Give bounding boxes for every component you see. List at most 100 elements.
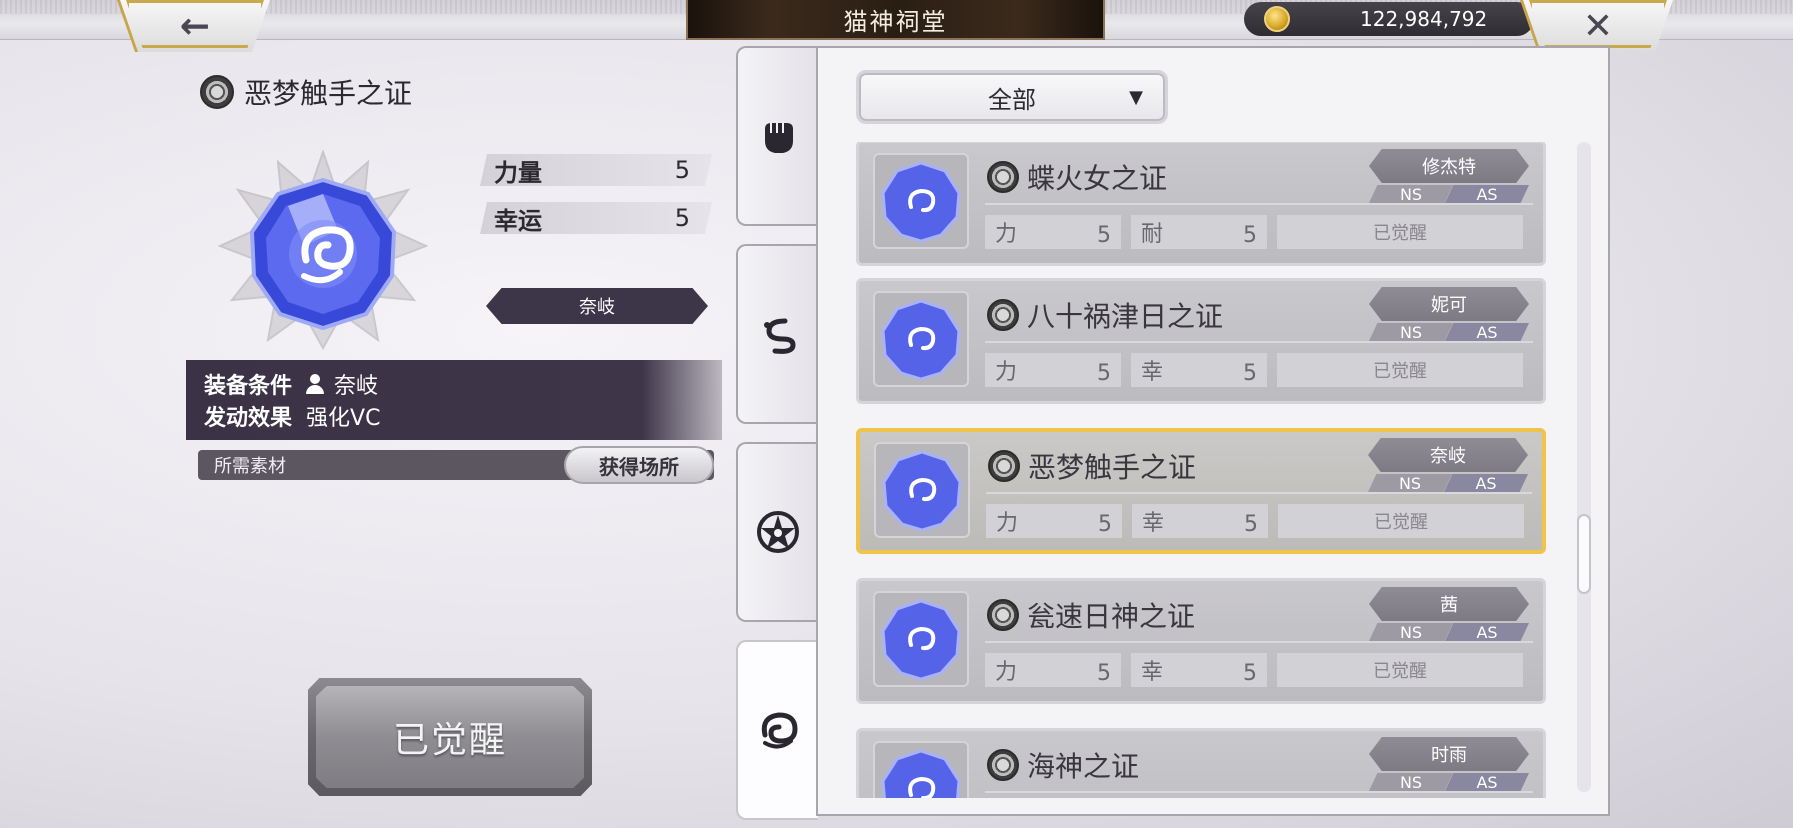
medal-icon (988, 450, 1020, 482)
serpent-icon (764, 318, 796, 354)
medal-icon (987, 299, 1019, 331)
item-stat: 力 5 (986, 504, 1122, 538)
list-item[interactable]: 海神之证 时雨 NS AS 力 5 幸 5 已觉醒 (856, 728, 1546, 798)
filter-dropdown[interactable]: 全部 ▼ (856, 70, 1168, 124)
detail-title: 恶梦触手之证 (200, 72, 412, 112)
stat-label: 力 (995, 360, 1018, 385)
item-name: 恶梦触手之证 (988, 446, 1196, 486)
gem-thumbnail (873, 153, 969, 249)
tab-swirl[interactable] (736, 640, 818, 820)
scrollbar-thumb[interactable] (1577, 514, 1591, 594)
as-label: AS (1445, 623, 1529, 641)
item-owner: 妮可 (1369, 287, 1529, 321)
ns-label: NS (1369, 185, 1453, 203)
chevron-down-icon: ▼ (1129, 86, 1143, 108)
ns-as-badge: NS AS (1369, 185, 1529, 203)
fist-icon (765, 123, 793, 153)
close-button[interactable]: ✕ (1523, 0, 1673, 52)
person-icon (306, 374, 325, 394)
item-list: 蝶火女之证 修杰特 NS AS 力 5 耐 5 已觉醒 八十祸津日之证 妮可 N… (856, 142, 1546, 798)
divider (985, 791, 1533, 793)
gem-thumbnail (873, 591, 969, 687)
as-label: AS (1445, 323, 1529, 341)
stat-label: 幸 (1142, 511, 1165, 536)
awakened-button-label: 已觉醒 (392, 720, 507, 761)
medal-icon (987, 161, 1019, 193)
filter-label: 全部 (988, 85, 1036, 114)
item-stat: 力 5 (985, 353, 1121, 387)
ns-as-badge: NS AS (1369, 773, 1529, 791)
owner-tag: 奈岐 (486, 288, 708, 324)
stat-value: 5 (1243, 222, 1257, 248)
awakened-button[interactable]: 已觉醒 (308, 678, 592, 796)
medal-icon (987, 599, 1019, 631)
item-owner: 修杰特 (1369, 149, 1529, 183)
divider (985, 203, 1533, 205)
star-emblem-icon (757, 511, 799, 553)
item-name: 海神之证 (987, 745, 1139, 785)
ns-as-badge: NS AS (1369, 323, 1529, 341)
item-owner: 茜 (1369, 587, 1529, 621)
ns-label: NS (1369, 323, 1453, 341)
item-stat: 幸 5 (1131, 653, 1267, 687)
stat-value: 5 (674, 204, 690, 232)
ns-label: NS (1369, 773, 1453, 791)
obtain-location-button[interactable]: 获得场所 (564, 446, 714, 484)
item-name: 瓮速日神之证 (987, 595, 1195, 635)
item-stat: 力 5 (985, 215, 1121, 249)
stat-row-luck: 幸运 5 (480, 202, 712, 234)
stat-value: 5 (674, 156, 690, 184)
item-name-text: 蝶火女之证 (1027, 162, 1168, 195)
as-label: AS (1445, 185, 1529, 203)
equip-condition-label: 装备条件 (204, 374, 293, 399)
gem-icon (882, 450, 962, 532)
item-owner: 时雨 (1369, 737, 1529, 771)
close-icon: ✕ (1582, 5, 1614, 47)
effect-label: 发动效果 (204, 406, 293, 431)
list-item[interactable]: 蝶火女之证 修杰特 NS AS 力 5 耐 5 已觉醒 (856, 142, 1546, 266)
list-item[interactable]: 瓮速日神之证 茜 NS AS 力 5 幸 5 已觉醒 (856, 578, 1546, 704)
awakened-state: 已觉醒 (1277, 653, 1523, 687)
stat-label: 力 (995, 660, 1018, 685)
item-name-text: 八十祸津日之证 (1027, 300, 1224, 333)
stat-label: 力量 (494, 158, 542, 187)
scrollbar-track[interactable] (1577, 142, 1591, 792)
item-stat: 幸 5 (1132, 504, 1268, 538)
divider (985, 641, 1533, 643)
ns-label: NS (1369, 623, 1453, 641)
coin-icon (1264, 6, 1290, 32)
list-item[interactable]: 八十祸津日之证 妮可 NS AS 力 5 幸 5 已觉醒 (856, 278, 1546, 404)
gem-thumbnail (873, 741, 969, 798)
back-button[interactable]: ← (120, 0, 270, 52)
effect-value: 强化VC (306, 406, 381, 431)
awakened-state: 已觉醒 (1278, 504, 1524, 538)
item-name-text: 瓮速日神之证 (1027, 600, 1196, 633)
back-arrow-icon: ← (179, 5, 211, 47)
tab-fist[interactable] (736, 46, 818, 226)
stat-value: 5 (1097, 660, 1111, 686)
effect-row: 发动效果 强化VC (204, 400, 704, 432)
stat-label: 幸 (1141, 360, 1164, 385)
item-owner: 奈岐 (1368, 438, 1528, 472)
gem-crystal-icon (218, 150, 428, 350)
equip-condition-row: 装备条件 奈岐 (204, 368, 704, 400)
item-stat: 幸 5 (1131, 353, 1267, 387)
swirl-icon (761, 712, 798, 749)
awakened-state: 已觉醒 (1277, 353, 1523, 387)
list-item-selected[interactable]: 恶梦触手之证 奈岐 NS AS 力 5 幸 5 已觉醒 (856, 428, 1546, 554)
medal-icon (987, 749, 1019, 781)
material-label: 所需素材 (214, 456, 286, 477)
stat-label: 幸 (1141, 660, 1164, 685)
item-stat: 耐 5 (1131, 215, 1267, 249)
divider (986, 492, 1532, 494)
equip-condition-value: 奈岐 (334, 374, 379, 399)
tab-serpent[interactable] (736, 244, 818, 424)
gem-icon (881, 749, 961, 798)
stat-value: 5 (1244, 511, 1258, 537)
item-name-text: 恶梦触手之证 (1028, 451, 1197, 484)
tab-emblem[interactable] (736, 442, 818, 622)
item-name: 蝶火女之证 (987, 157, 1167, 197)
stat-value: 5 (1243, 660, 1257, 686)
stat-label: 力 (995, 222, 1018, 247)
ns-label: NS (1368, 474, 1452, 492)
